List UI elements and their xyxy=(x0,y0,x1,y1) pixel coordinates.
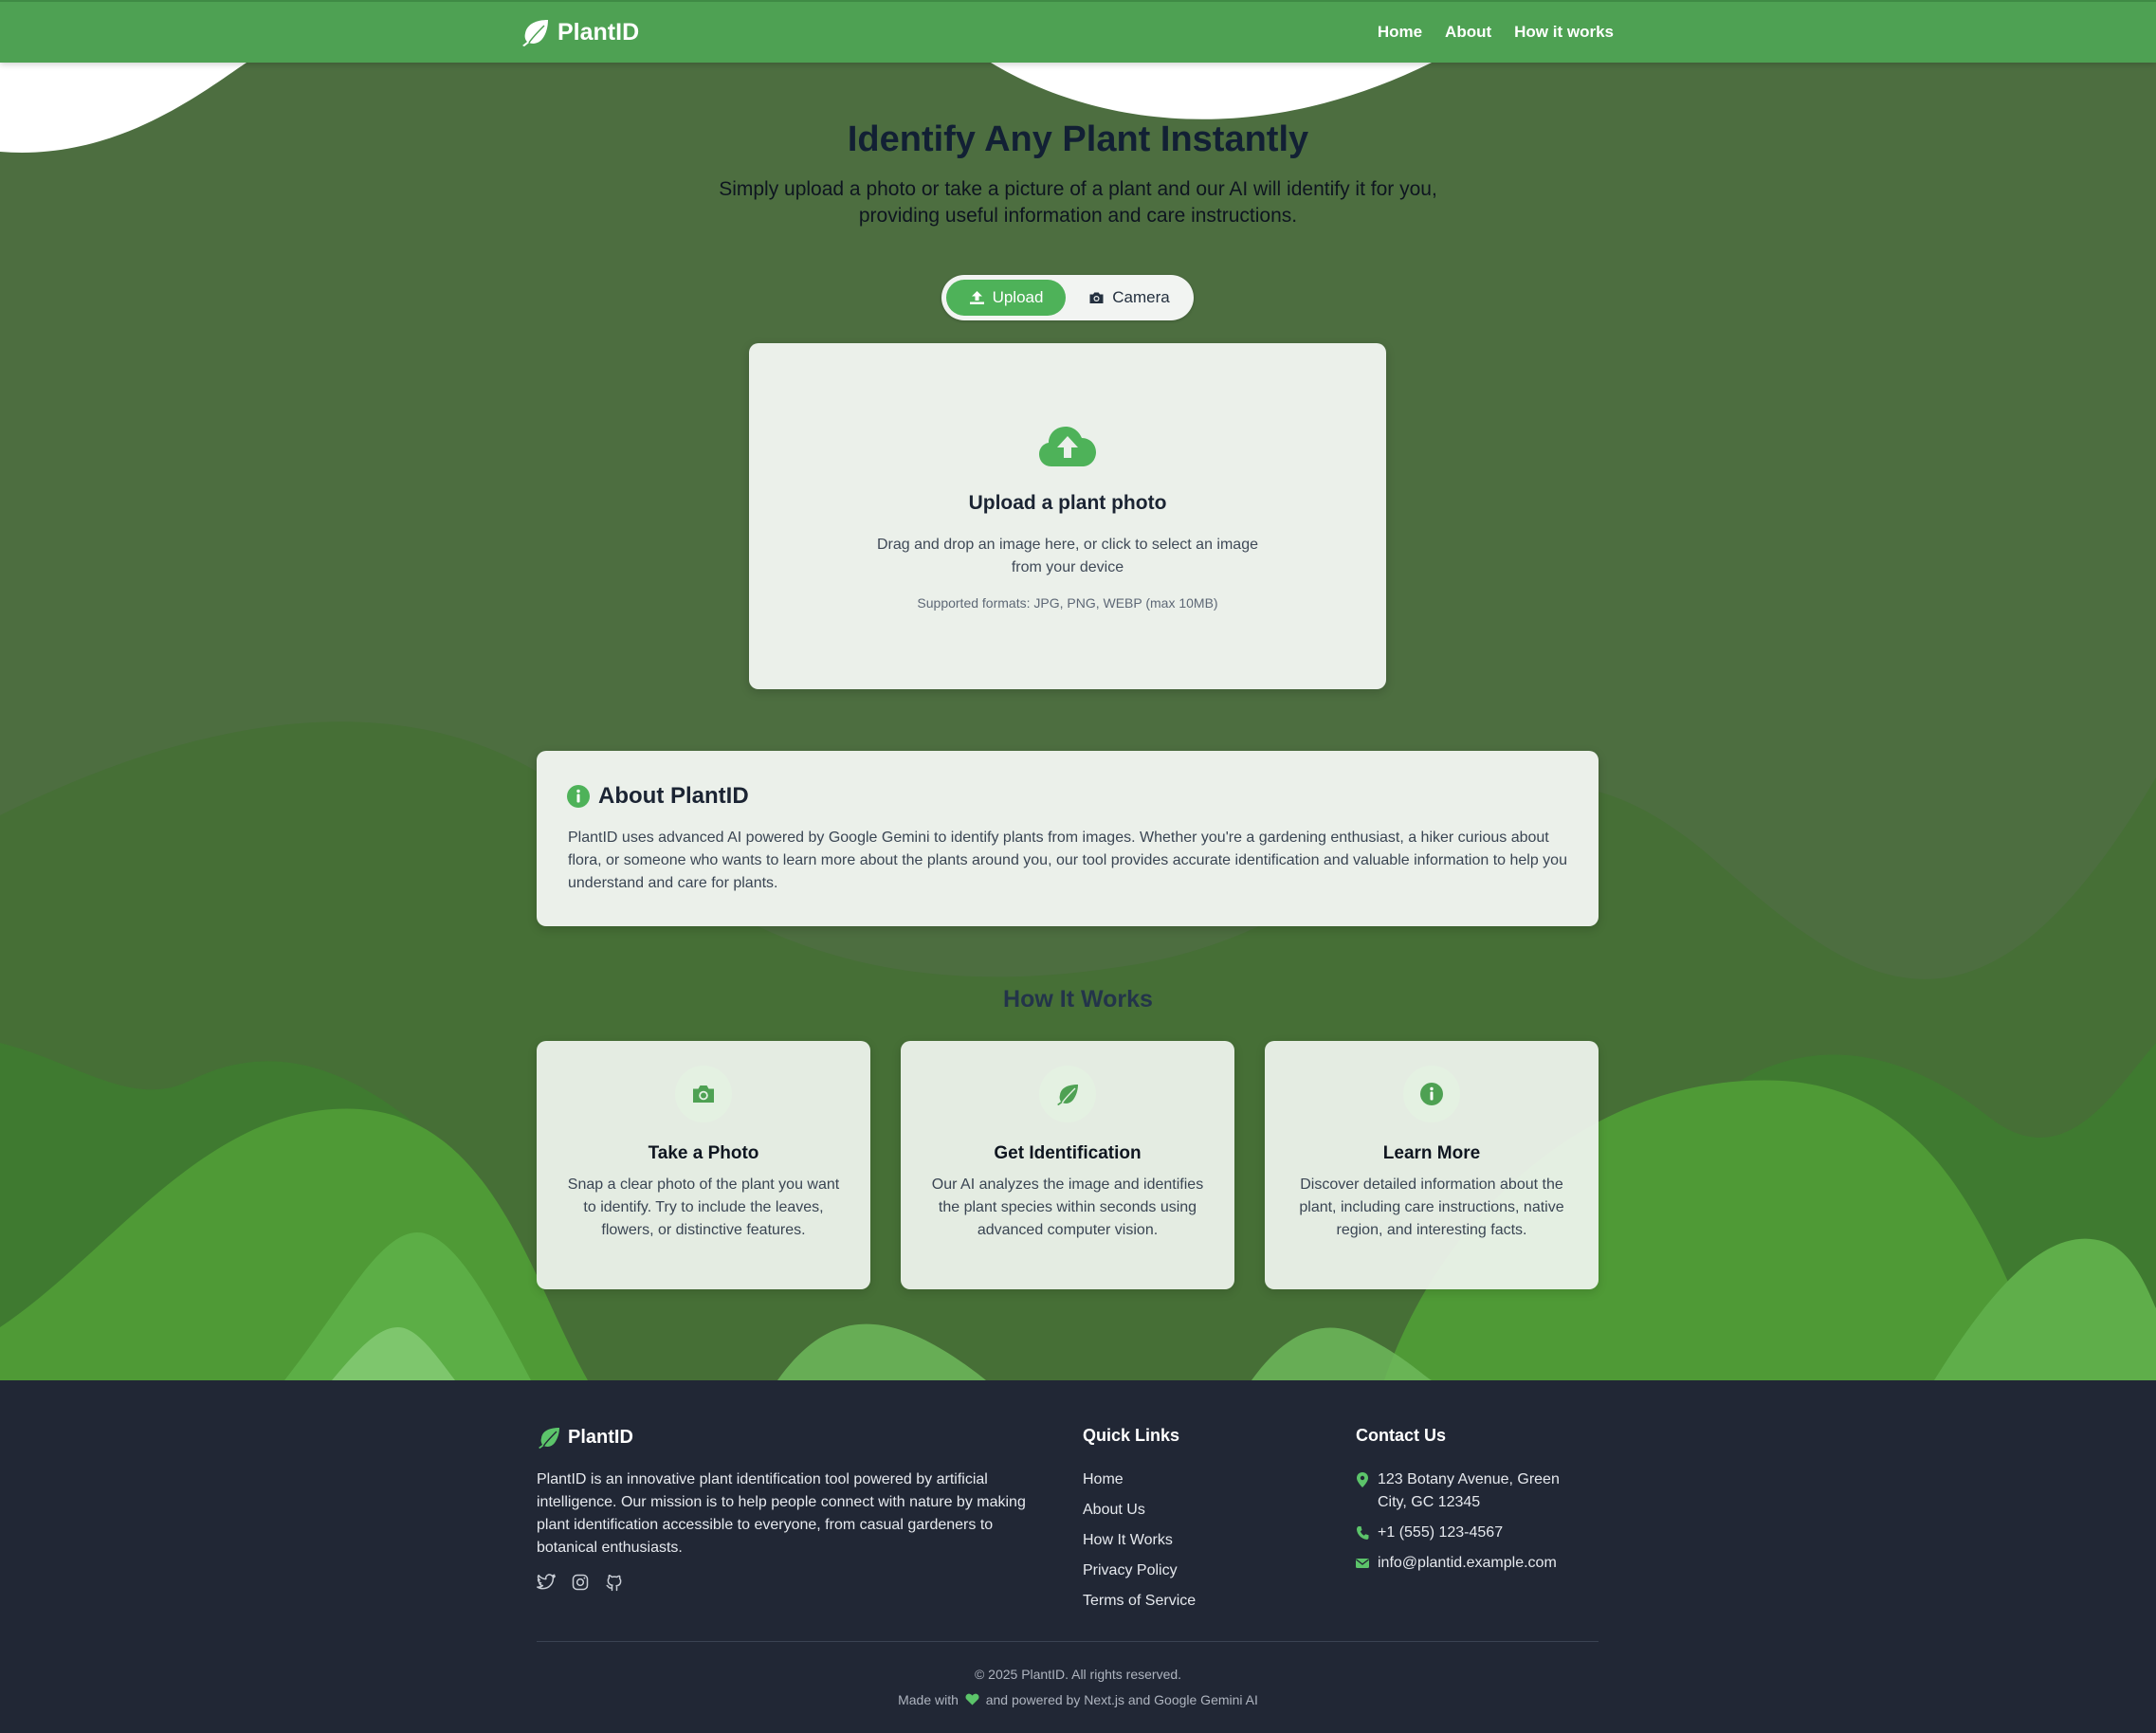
about-text: PlantID uses advanced AI powered by Goog… xyxy=(568,830,1567,891)
info-icon xyxy=(567,785,590,808)
cloud-upload-icon xyxy=(1039,427,1096,466)
brand-name: PlantID xyxy=(557,18,640,46)
upload-dropzone[interactable]: Upload a plant photo Drag and drop an im… xyxy=(749,343,1386,689)
made-with-line: Made with and powered by Next.js and Goo… xyxy=(0,1692,2156,1707)
about-heading: About PlantID xyxy=(567,783,749,810)
camera-icon xyxy=(1089,292,1104,303)
step-icon-circle xyxy=(1403,1066,1460,1122)
camera-tab-label: Camera xyxy=(1112,288,1170,306)
quick-links-title: Quick Links xyxy=(1083,1426,1180,1445)
nav-link-how-it-works[interactable]: How it works xyxy=(1514,23,1614,42)
step-description: Discover detailed information about the … xyxy=(1299,1177,1564,1238)
about-card: About PlantID PlantID uses advanced AI p… xyxy=(537,751,1599,926)
upload-title: Upload a plant photo xyxy=(968,492,1167,514)
nav-link-about[interactable]: About xyxy=(1445,23,1491,42)
mode-toggle: Upload Camera xyxy=(941,275,1194,320)
upload-tab-button[interactable]: Upload xyxy=(946,280,1066,316)
contact-address: 123 Botany Avenue, Green City, GC 12345 xyxy=(1356,1468,1583,1514)
camera-tab-button[interactable]: Camera xyxy=(1069,280,1189,316)
github-icon[interactable] xyxy=(605,1573,624,1592)
leaf-icon xyxy=(539,1428,559,1449)
contact-phone-text[interactable]: +1 (555) 123-4567 xyxy=(1378,1522,1503,1544)
copyright: © 2025 PlantID. All rights reserved. xyxy=(974,1667,1182,1682)
hero-title: Identify Any Plant Instantly xyxy=(847,119,1309,159)
step-icon-circle xyxy=(1039,1066,1096,1122)
heart-icon xyxy=(965,1693,979,1706)
footer-brand[interactable]: PlantID xyxy=(537,1426,633,1449)
contact-phone: +1 (555) 123-4567 xyxy=(1356,1522,1503,1544)
upload-tab-label: Upload xyxy=(992,288,1044,306)
social-links xyxy=(537,1573,624,1592)
about-title: About PlantID xyxy=(598,783,749,809)
step-card-identification: Get Identification Our AI analyzes the i… xyxy=(901,1041,1234,1289)
upload-description: Drag and drop an image here, or click to… xyxy=(877,537,1258,575)
step-title: Take a Photo xyxy=(648,1143,759,1163)
step-description: Snap a clear photo of the plant you want… xyxy=(567,1177,840,1238)
step-title: Learn More xyxy=(1382,1143,1481,1163)
contact-address-text: 123 Botany Avenue, Green City, GC 12345 xyxy=(1378,1471,1560,1510)
camera-icon xyxy=(693,1085,714,1103)
leaf-icon xyxy=(1057,1085,1078,1105)
info-icon xyxy=(1420,1083,1443,1105)
leaf-icon xyxy=(522,20,548,46)
twitter-icon[interactable] xyxy=(537,1573,556,1592)
top-navbar: PlantID Home About How it works xyxy=(0,0,2156,63)
footer-link-privacy-policy[interactable]: Privacy Policy xyxy=(1083,1560,1196,1582)
footer: PlantID PlantID is an innovative plant i… xyxy=(0,1380,2156,1733)
hero-subtitle: Simply upload a photo or take a picture … xyxy=(719,178,1437,227)
footer-description: PlantID is an innovative plant identific… xyxy=(537,1471,1026,1556)
brand-logo[interactable]: PlantID xyxy=(520,18,639,46)
step-card-take-photo: Take a Photo Snap a clear photo of the p… xyxy=(537,1041,870,1289)
contact-email: info@plantid.example.com xyxy=(1356,1552,1557,1575)
envelope-icon xyxy=(1356,1559,1369,1568)
phone-icon xyxy=(1356,1526,1369,1540)
footer-brand-name: PlantID xyxy=(568,1426,633,1448)
step-card-learn-more: Learn More Discover detailed information… xyxy=(1265,1041,1599,1289)
nav-links: Home About How it works xyxy=(1378,23,1614,42)
instagram-icon[interactable] xyxy=(571,1573,590,1592)
contact-title: Contact Us xyxy=(1356,1426,1447,1445)
step-description: Our AI analyzes the image and identifies… xyxy=(931,1177,1204,1238)
step-title: Get Identification xyxy=(994,1143,1142,1163)
how-it-works-title: How It Works xyxy=(1003,986,1153,1012)
nav-link-home[interactable]: Home xyxy=(1378,23,1422,42)
made-with-prefix: Made with xyxy=(898,1692,959,1707)
quick-links-list: Home About Us How It Works Privacy Polic… xyxy=(1083,1468,1196,1620)
footer-link-terms-of-service[interactable]: Terms of Service xyxy=(1083,1590,1196,1613)
upload-icon xyxy=(969,291,984,304)
upload-formats: Supported formats: JPG, PNG, WEBP (max 1… xyxy=(917,595,1218,611)
footer-link-home[interactable]: Home xyxy=(1083,1468,1196,1491)
made-with-suffix: and powered by Next.js and Google Gemini… xyxy=(985,1692,1258,1707)
map-pin-icon xyxy=(1357,1472,1368,1487)
footer-divider xyxy=(537,1641,1599,1642)
footer-link-about-us[interactable]: About Us xyxy=(1083,1499,1196,1522)
step-icon-circle xyxy=(675,1066,732,1122)
contact-email-text[interactable]: info@plantid.example.com xyxy=(1378,1552,1557,1575)
footer-link-how-it-works[interactable]: How It Works xyxy=(1083,1529,1196,1552)
